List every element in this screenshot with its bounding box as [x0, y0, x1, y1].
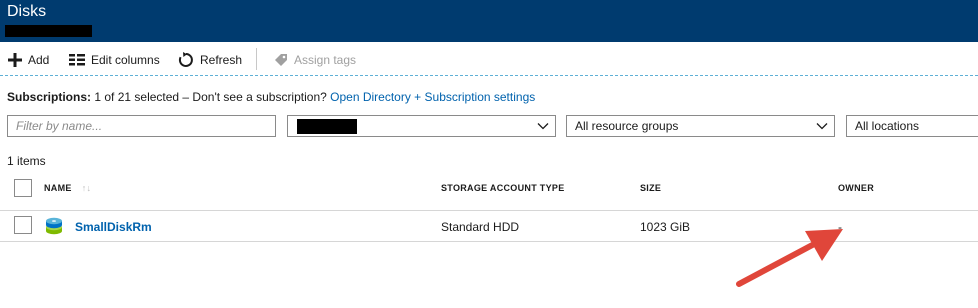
column-header-name[interactable]: NAME ↑↓: [44, 183, 91, 193]
plus-icon: [8, 53, 22, 67]
column-header-owner[interactable]: OWNER: [838, 183, 874, 193]
edit-columns-label: Edit columns: [91, 53, 160, 67]
columns-icon: [69, 54, 85, 66]
owner-cell: -: [838, 220, 842, 234]
tag-icon: [275, 54, 287, 66]
edit-columns-button[interactable]: Edit columns: [69, 52, 160, 68]
locations-value: All locations: [855, 119, 920, 133]
redacted-subtitle: [5, 25, 92, 37]
redacted-subscription-value: [297, 118, 357, 134]
disk-icon: [46, 217, 62, 235]
size-cell: 1023 GiB: [640, 220, 691, 234]
add-label: Add: [28, 53, 50, 67]
filter-name-input[interactable]: [16, 119, 275, 133]
item-count: 1 items: [7, 154, 46, 168]
column-header-storage-type[interactable]: STORAGE ACCOUNT TYPE: [441, 183, 565, 193]
table-row[interactable]: SmallDiskRm Standard HDD 1023 GiB -: [0, 211, 978, 242]
table-header: NAME ↑↓ STORAGE ACCOUNT TYPE SIZE OWNER: [0, 168, 978, 211]
assign-tags-button[interactable]: Assign tags: [274, 52, 356, 68]
subscriptions-info: Subscriptions: 1 of 21 selected – Don't …: [7, 90, 535, 104]
column-header-size[interactable]: SIZE: [640, 183, 661, 193]
row-checkbox[interactable]: [14, 216, 32, 234]
resource-groups-value: All resource groups: [575, 119, 679, 133]
refresh-label: Refresh: [200, 53, 243, 67]
refresh-icon: [178, 52, 193, 67]
storage-type-cell: Standard HDD: [441, 220, 520, 234]
locations-dropdown[interactable]: All locations: [846, 115, 978, 137]
select-all-checkbox[interactable]: [14, 179, 32, 197]
command-bar: Add Edit columns Refresh Assign tags: [0, 43, 978, 76]
column-header-name-label: NAME: [44, 183, 72, 193]
subscriptions-text: 1 of 21 selected – Don't see a subscript…: [94, 90, 327, 104]
sort-icon: ↑↓: [81, 183, 92, 193]
chevron-down-icon: [537, 123, 549, 130]
resource-groups-dropdown[interactable]: All resource groups: [566, 115, 835, 137]
assign-tags-label: Assign tags: [294, 53, 357, 67]
refresh-button[interactable]: Refresh: [178, 52, 242, 68]
subscription-dropdown[interactable]: [287, 115, 556, 137]
toolbar-divider: [256, 48, 257, 70]
add-button[interactable]: Add: [8, 52, 49, 68]
subscriptions-label: Subscriptions:: [7, 90, 92, 104]
filter-name-box: [7, 115, 276, 137]
chevron-down-icon: [816, 123, 828, 130]
disk-name-link[interactable]: SmallDiskRm: [75, 220, 152, 234]
directory-settings-link[interactable]: Open Directory + Subscription settings: [330, 90, 535, 104]
blade-header: Disks: [0, 0, 978, 42]
page-title: Disks: [7, 3, 47, 20]
